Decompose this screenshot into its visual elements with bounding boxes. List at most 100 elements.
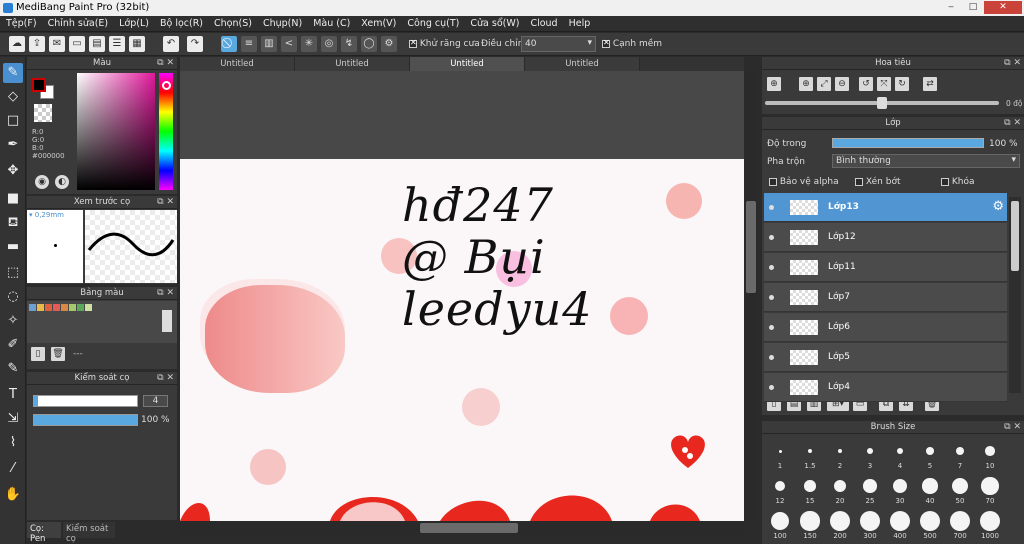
panel-close-icon[interactable]: ⧉ ✕ (157, 57, 174, 70)
curve-snap-icon[interactable]: ↯ (341, 36, 357, 52)
palette-swatch[interactable] (37, 304, 44, 311)
menu-filter[interactable]: Bộ lọc(R) (154, 16, 208, 29)
soft-edge-checkbox[interactable] (602, 38, 610, 48)
layer-row[interactable]: Lớp13 ⚙ (764, 193, 1007, 222)
brush-size-preset[interactable]: 70 (975, 472, 1005, 505)
zoom-in-alt-icon[interactable]: ⊕ (799, 77, 813, 91)
maximize-button[interactable]: □ (962, 1, 984, 14)
hue-slider[interactable] (159, 73, 173, 190)
cross-snap-icon[interactable]: ▥ (261, 36, 277, 52)
redo-icon[interactable]: ↷ (187, 36, 203, 52)
palette-swatch[interactable] (61, 304, 68, 311)
panel-close-icon[interactable]: ⧉ ✕ (1004, 421, 1021, 434)
layer-row[interactable]: Lớp6 (764, 313, 1007, 342)
menu-color[interactable]: Màu (C) (307, 16, 355, 29)
artwork-canvas[interactable]: hđ247 @ Bụi leedyu4 (180, 159, 744, 521)
eyedropper-tool-icon[interactable]: ⁄ (3, 459, 23, 479)
palette-swatch[interactable] (85, 304, 92, 311)
menu-view[interactable]: Xem(V) (355, 16, 401, 29)
brush-size-preset[interactable]: 700 (945, 507, 975, 540)
menu-window[interactable]: Cửa sổ(W) (464, 16, 524, 29)
flip-icon[interactable]: ⇄ (923, 77, 937, 91)
layer-row[interactable]: Lớp5 (764, 343, 1007, 372)
layer-list-scrollbar[interactable] (1009, 197, 1021, 393)
lock-checkbox[interactable] (941, 177, 949, 186)
pen-tool-icon[interactable]: ✒ (3, 135, 23, 155)
minimize-button[interactable]: ‒ (940, 1, 962, 14)
delete-palette-icon[interactable]: 🗑 (51, 347, 65, 361)
visibility-eye-icon[interactable] (769, 265, 774, 270)
saturation-value-picker[interactable] (77, 73, 155, 190)
clipping-checkbox[interactable] (855, 177, 863, 186)
visibility-eye-icon[interactable] (769, 235, 774, 240)
brush-size-preset[interactable]: 500 (915, 507, 945, 540)
palette-swatch[interactable] (29, 304, 36, 311)
protect-alpha-checkbox[interactable] (769, 177, 777, 186)
brush-size-preset[interactable]: 1 (765, 437, 795, 470)
horizontal-scrollbar[interactable] (180, 521, 744, 535)
brush-size-preset[interactable]: 2 (825, 437, 855, 470)
panel-close-icon[interactable]: ⧉ ✕ (157, 287, 174, 300)
visibility-eye-icon[interactable] (769, 355, 774, 360)
brush-size-preset[interactable]: 1.5 (795, 437, 825, 470)
rotation-handle[interactable] (877, 97, 887, 109)
brush-size-preset[interactable]: 40 (915, 472, 945, 505)
eraser-tool-icon[interactable]: ◇ (3, 87, 23, 107)
blend-mode-select[interactable]: Bình thường ▾ (832, 154, 1020, 168)
undo-icon[interactable]: ↶ (163, 36, 179, 52)
snap-off-icon[interactable]: ⃠ (221, 36, 237, 52)
brush-opacity-slider[interactable] (33, 414, 138, 426)
panel-close-icon[interactable]: ⧉ ✕ (157, 372, 174, 385)
fill-rect-tool-icon[interactable]: ■ (3, 189, 23, 209)
panel-close-icon[interactable]: ⧉ ✕ (1004, 57, 1021, 70)
menu-snap[interactable]: Chụp(N) (257, 16, 307, 29)
panel-close-icon[interactable]: ⧉ ✕ (1004, 117, 1021, 130)
menu-help[interactable]: Help (563, 16, 596, 29)
brush-size-preset[interactable]: 10 (975, 437, 1005, 470)
tab-document-active[interactable]: Untitled (410, 57, 525, 71)
rotate-left-icon[interactable]: ↺ (859, 77, 873, 91)
select-rect-tool-icon[interactable]: ⬚ (3, 263, 23, 283)
brush-size-preset[interactable]: 300 (855, 507, 885, 540)
brush-size-preset[interactable]: 150 (795, 507, 825, 540)
rotate-right-icon[interactable]: ↻ (895, 77, 909, 91)
palette-scrollbar[interactable] (162, 310, 172, 332)
brush-size-preset[interactable]: 100 (765, 507, 795, 540)
menu-cloud[interactable]: Cloud (524, 16, 562, 29)
tab-brush-pen[interactable]: Cọ: Pen (27, 522, 61, 544)
hue-handle[interactable] (162, 81, 171, 90)
brush-size-value[interactable]: 4 (143, 395, 168, 407)
brush-size-preset[interactable]: 50 (945, 472, 975, 505)
hand-tool-icon[interactable]: ✋ (3, 485, 23, 505)
fit-window-icon[interactable]: ⤧ (877, 77, 891, 91)
layer-row[interactable]: Lớp11 (764, 253, 1007, 282)
brush-size-slider[interactable] (33, 395, 138, 407)
parallel-snap-icon[interactable]: ≡ (241, 36, 257, 52)
brush-size-preset[interactable]: 25 (855, 472, 885, 505)
tab-document[interactable]: Untitled (180, 57, 295, 71)
visibility-eye-icon[interactable] (769, 295, 774, 300)
zoom-in-icon[interactable]: ⊕ (767, 77, 781, 91)
share-icon[interactable]: ⇪ (29, 36, 45, 52)
color-slider-icon[interactable]: ◐ (55, 175, 69, 189)
select-eraser-tool-icon[interactable]: ✎ (3, 359, 23, 379)
menu-file[interactable]: Tệp(F) (0, 16, 42, 29)
visibility-eye-icon[interactable] (769, 205, 774, 210)
brush-size-preset[interactable]: 5 (915, 437, 945, 470)
layer-opacity-slider[interactable] (832, 138, 984, 148)
vertical-scrollbar[interactable] (744, 71, 758, 521)
brush-size-preset[interactable]: 4 (885, 437, 915, 470)
comment-icon[interactable]: ✉ (49, 36, 65, 52)
document-icon[interactable]: ▤ (89, 36, 105, 52)
palette-swatch[interactable] (77, 304, 84, 311)
brush-size-preset[interactable]: 30 (885, 472, 915, 505)
palette-swatch[interactable] (45, 304, 52, 311)
brush-size-preset[interactable]: 200 (825, 507, 855, 540)
vanishing-snap-icon[interactable]: < (281, 36, 297, 52)
fit-screen-icon[interactable]: ⤢ (817, 77, 831, 91)
brush-size-preset[interactable]: 12 (765, 472, 795, 505)
brush-size-preset[interactable]: 15 (795, 472, 825, 505)
horizontal-scroll-thumb[interactable] (420, 523, 518, 533)
dot-tool-icon[interactable]: □ (3, 111, 23, 131)
cloud-icon[interactable]: ☁ (9, 36, 25, 52)
